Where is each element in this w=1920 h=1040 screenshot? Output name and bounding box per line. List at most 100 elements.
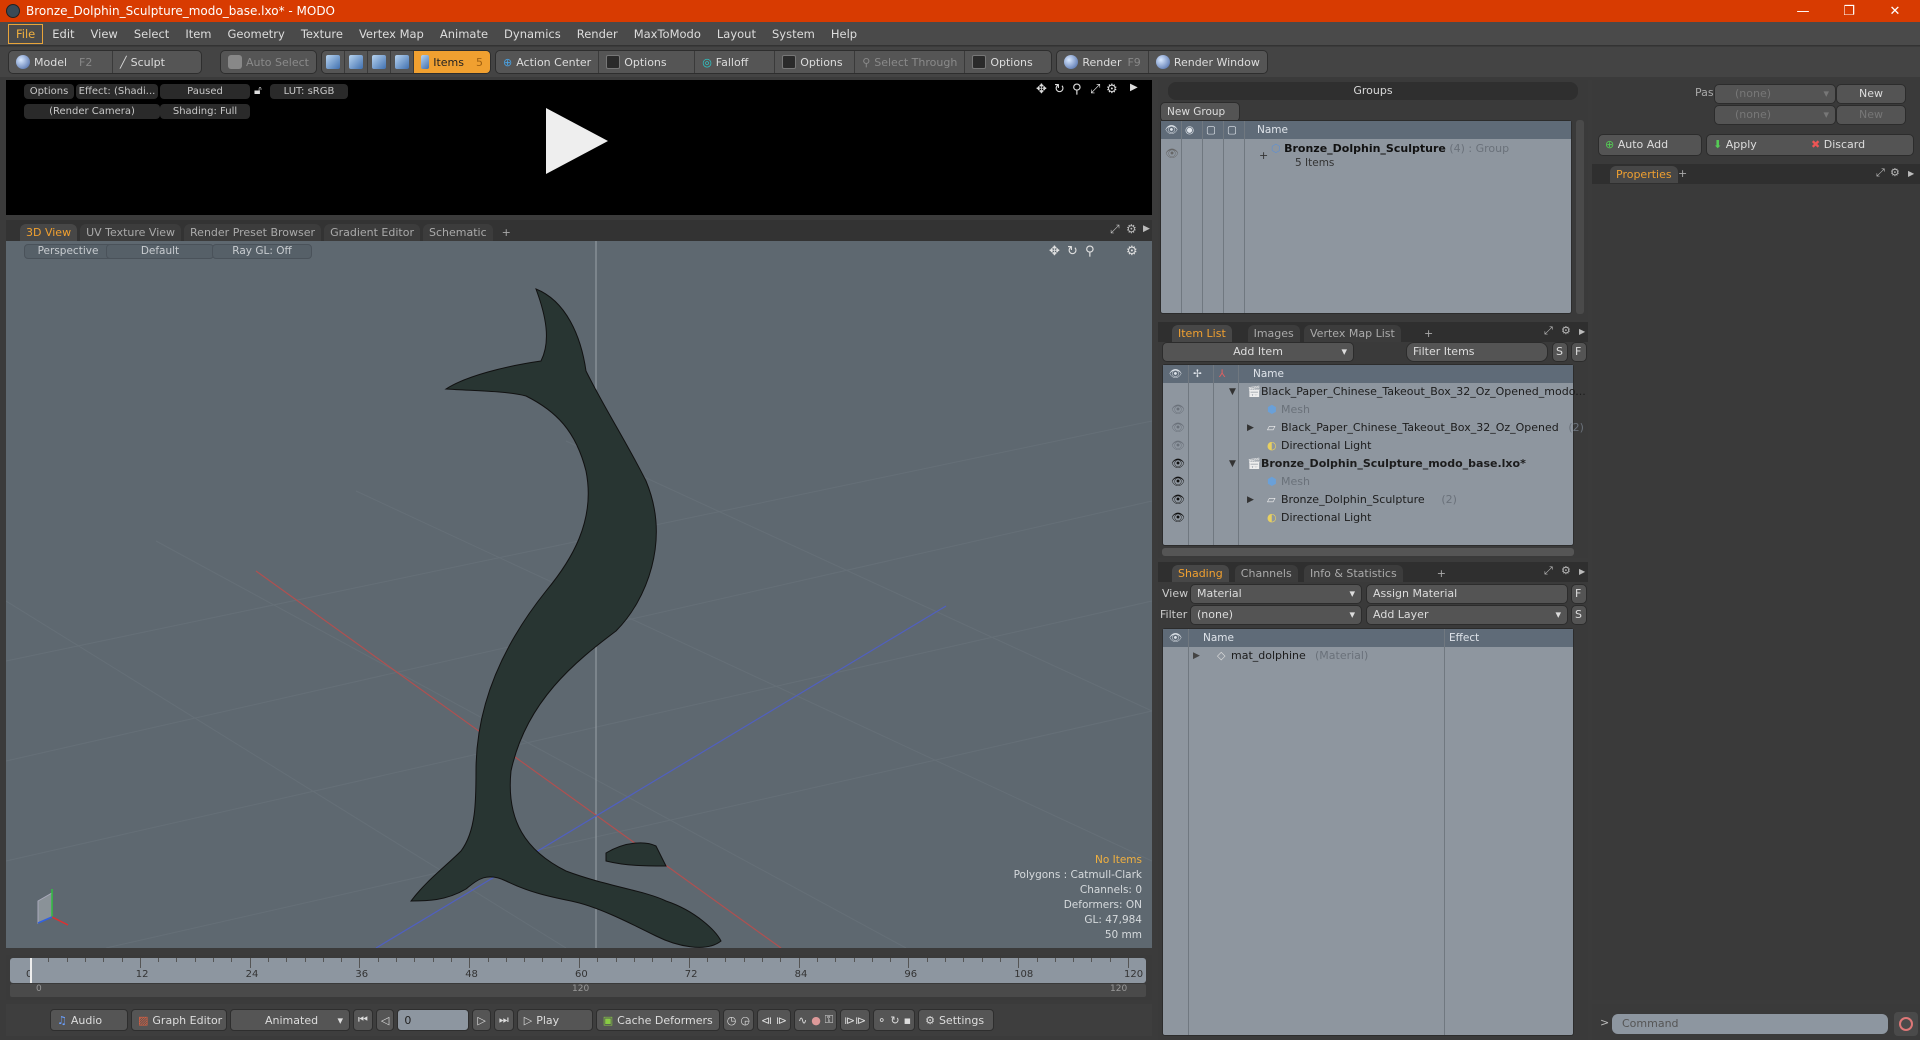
items-mode-button[interactable]: Items 5 — [413, 51, 490, 73]
f-button[interactable]: F — [1571, 584, 1587, 604]
projection-dropdown[interactable]: Perspective — [24, 244, 112, 259]
menu-file[interactable]: File — [8, 23, 44, 44]
item-row[interactable]: 👁︎ ◐ Directional Light — [1163, 437, 1573, 455]
select-through-options-button[interactable]: Options — [965, 51, 1051, 73]
tab-properties[interactable]: Properties — [1610, 166, 1678, 183]
prev-key-button[interactable]: ◁ — [375, 1009, 395, 1031]
render-button[interactable]: Render F9 — [1057, 51, 1149, 73]
gear-icon[interactable]: ⚙ — [1561, 324, 1571, 337]
s-button[interactable]: S — [1571, 605, 1587, 625]
menu-dynamics[interactable]: Dynamics — [497, 25, 568, 43]
play-render-icon[interactable] — [546, 108, 608, 174]
polygons-mode-button[interactable] — [368, 51, 391, 73]
item-row[interactable]: 👁︎ ⬢ Mesh — [1163, 473, 1573, 491]
key-edit-button[interactable]: ⚬ ↻ ▪ — [873, 1009, 916, 1031]
maximize-icon[interactable]: ⤢ — [1544, 564, 1553, 578]
menu-select[interactable]: Select — [127, 25, 176, 43]
arrow-right-icon[interactable]: ▶ — [1579, 327, 1585, 336]
tab-render-preset-browser[interactable]: Render Preset Browser — [184, 224, 322, 241]
s-button[interactable]: S — [1552, 342, 1568, 362]
effect-dropdown[interactable]: Effect: (Shadi... — [76, 84, 158, 99]
animated-dropdown[interactable]: Animated ▾ — [230, 1009, 350, 1031]
group-row[interactable]: 👁︎ + ⬡ Bronze_Dolphin_Sculpture (4) : Gr… — [1161, 141, 1573, 173]
key-step-button[interactable]: ⧐⧐ — [840, 1009, 871, 1031]
arrow-right-icon[interactable]: ▶ — [1908, 169, 1914, 178]
item-row[interactable]: 👁︎ ◐ Directional Light — [1163, 509, 1573, 527]
restore-button[interactable]: ❐ — [1826, 0, 1872, 22]
add-item-button[interactable]: Add Item ▾ — [1162, 342, 1354, 362]
menu-geometry[interactable]: Geometry — [221, 25, 292, 43]
zoom-icon[interactable]: ⚲ — [1072, 82, 1082, 97]
tab-uv-texture-view[interactable]: UV Texture View — [80, 224, 182, 241]
tab-gradient-editor[interactable]: Gradient Editor — [324, 224, 420, 241]
gear-icon[interactable]: ⚙ — [1890, 166, 1900, 179]
key-nav-button[interactable]: ⧏ ⧐ — [756, 1009, 791, 1031]
menu-edit[interactable]: Edit — [45, 25, 81, 43]
menu-item[interactable]: Item — [178, 25, 218, 43]
audio-button[interactable]: ♫ Audio — [50, 1009, 128, 1031]
pass-groups-dropdown[interactable]: (none) ▾ — [1714, 84, 1836, 104]
style-dropdown[interactable]: Default — [106, 244, 214, 259]
maximize-icon[interactable]: ⤢ — [1544, 324, 1553, 338]
visibility-icon[interactable]: 👁︎ — [1171, 419, 1185, 437]
zoom-icon[interactable]: ⚲ — [1085, 244, 1095, 259]
new-group-button[interactable]: New Group — [1160, 102, 1240, 122]
tab-channels[interactable]: Channels — [1234, 565, 1298, 582]
menu-animate[interactable]: Animate — [433, 25, 495, 43]
maximize-icon[interactable]: ⤢ — [1110, 222, 1120, 237]
visibility-icon[interactable]: 👁︎ — [1171, 437, 1185, 455]
render-window-button[interactable]: Render Window — [1149, 51, 1267, 73]
3d-viewport[interactable]: Perspective Default Ray GL: Off ✥ ↻ ⚲ ⚙ … — [6, 241, 1152, 948]
visibility-icon[interactable]: 👁︎ — [1165, 147, 1179, 160]
visibility-icon[interactable]: 👁︎ — [1171, 401, 1185, 419]
shading-dropdown[interactable]: Shading: Full — [160, 104, 250, 119]
menu-texture[interactable]: Texture — [294, 25, 350, 43]
edges-mode-button[interactable] — [345, 51, 368, 73]
model-mode-button[interactable]: Model F2 — [9, 51, 113, 73]
maximize-icon[interactable]: ⤢ — [1090, 82, 1100, 97]
maximize-icon[interactable]: ⤢ — [1876, 166, 1885, 180]
command-input[interactable]: Command — [1612, 1014, 1888, 1034]
add-tab-button[interactable]: + — [1678, 167, 1687, 180]
playhead[interactable] — [30, 958, 32, 983]
vertices-mode-button[interactable] — [322, 51, 345, 73]
item-row[interactable]: 👁︎ ▼ 🎬︎ Bronze_Dolphin_Sculpture_modo_base.… — [1163, 455, 1573, 473]
expand-arrow-icon[interactable]: ▶ — [1247, 491, 1254, 509]
timeline-range[interactable]: 0 120 120 — [10, 984, 1146, 997]
assign-material-button[interactable]: Assign Material — [1366, 584, 1568, 604]
go-to-end-button[interactable]: ⏭ — [493, 1009, 514, 1031]
passes-dropdown[interactable]: (none) ▾ — [1714, 105, 1836, 125]
arrow-right-icon[interactable]: ▶ — [1130, 82, 1138, 93]
menu-vertex-map[interactable]: Vertex Map — [352, 25, 431, 43]
move-icon[interactable]: ✥ — [1036, 82, 1047, 97]
tab-schematic[interactable]: Schematic — [423, 224, 493, 241]
new-pass-group-button[interactable]: New — [1836, 84, 1906, 104]
next-key-button[interactable]: ▷ — [472, 1009, 491, 1031]
menu-layout[interactable]: Layout — [710, 25, 763, 43]
expand-arrow-icon[interactable]: ▼ — [1229, 383, 1236, 401]
preview-options-button[interactable]: Options — [24, 84, 74, 99]
discard-button[interactable]: ✖ Discard — [1811, 135, 1865, 155]
graph-editor-button[interactable]: ▨ Graph Editor — [131, 1009, 227, 1031]
raygl-dropdown[interactable]: Ray GL: Off — [212, 244, 312, 259]
menu-help[interactable]: Help — [824, 25, 864, 43]
add-tab-button[interactable]: + — [1431, 565, 1452, 582]
auto-select-button[interactable]: Auto Select — [221, 51, 316, 73]
visibility-icon[interactable]: 👁︎ — [1171, 455, 1185, 473]
item-list-hscrollbar[interactable] — [1162, 548, 1574, 556]
falloff-options-button[interactable]: Options — [775, 51, 856, 73]
minimize-button[interactable]: — — [1780, 0, 1826, 22]
play-button[interactable]: ▷ Play — [516, 1009, 593, 1031]
visibility-icon[interactable]: 👁︎ — [1171, 473, 1185, 491]
camera-dropdown[interactable]: (Render Camera) — [24, 104, 160, 119]
lut-dropdown[interactable]: LUT: sRGB — [270, 84, 348, 99]
item-row[interactable]: 👁︎ ▶ ▱ Black_Paper_Chinese_Takeout_Box_32_O… — [1163, 419, 1584, 437]
menu-view[interactable]: View — [84, 25, 125, 43]
arrow-right-icon[interactable]: ▶ — [1579, 567, 1585, 576]
new-pass-button[interactable]: New — [1836, 105, 1906, 125]
tab-info-statistics[interactable]: Info & Statistics — [1304, 565, 1403, 582]
item-row[interactable]: 👁︎ ⬢ Mesh — [1163, 401, 1573, 419]
menu-render[interactable]: Render — [570, 25, 625, 43]
move-icon[interactable]: ✥ — [1049, 244, 1060, 259]
rotate-icon[interactable]: ↻ — [1067, 244, 1078, 259]
